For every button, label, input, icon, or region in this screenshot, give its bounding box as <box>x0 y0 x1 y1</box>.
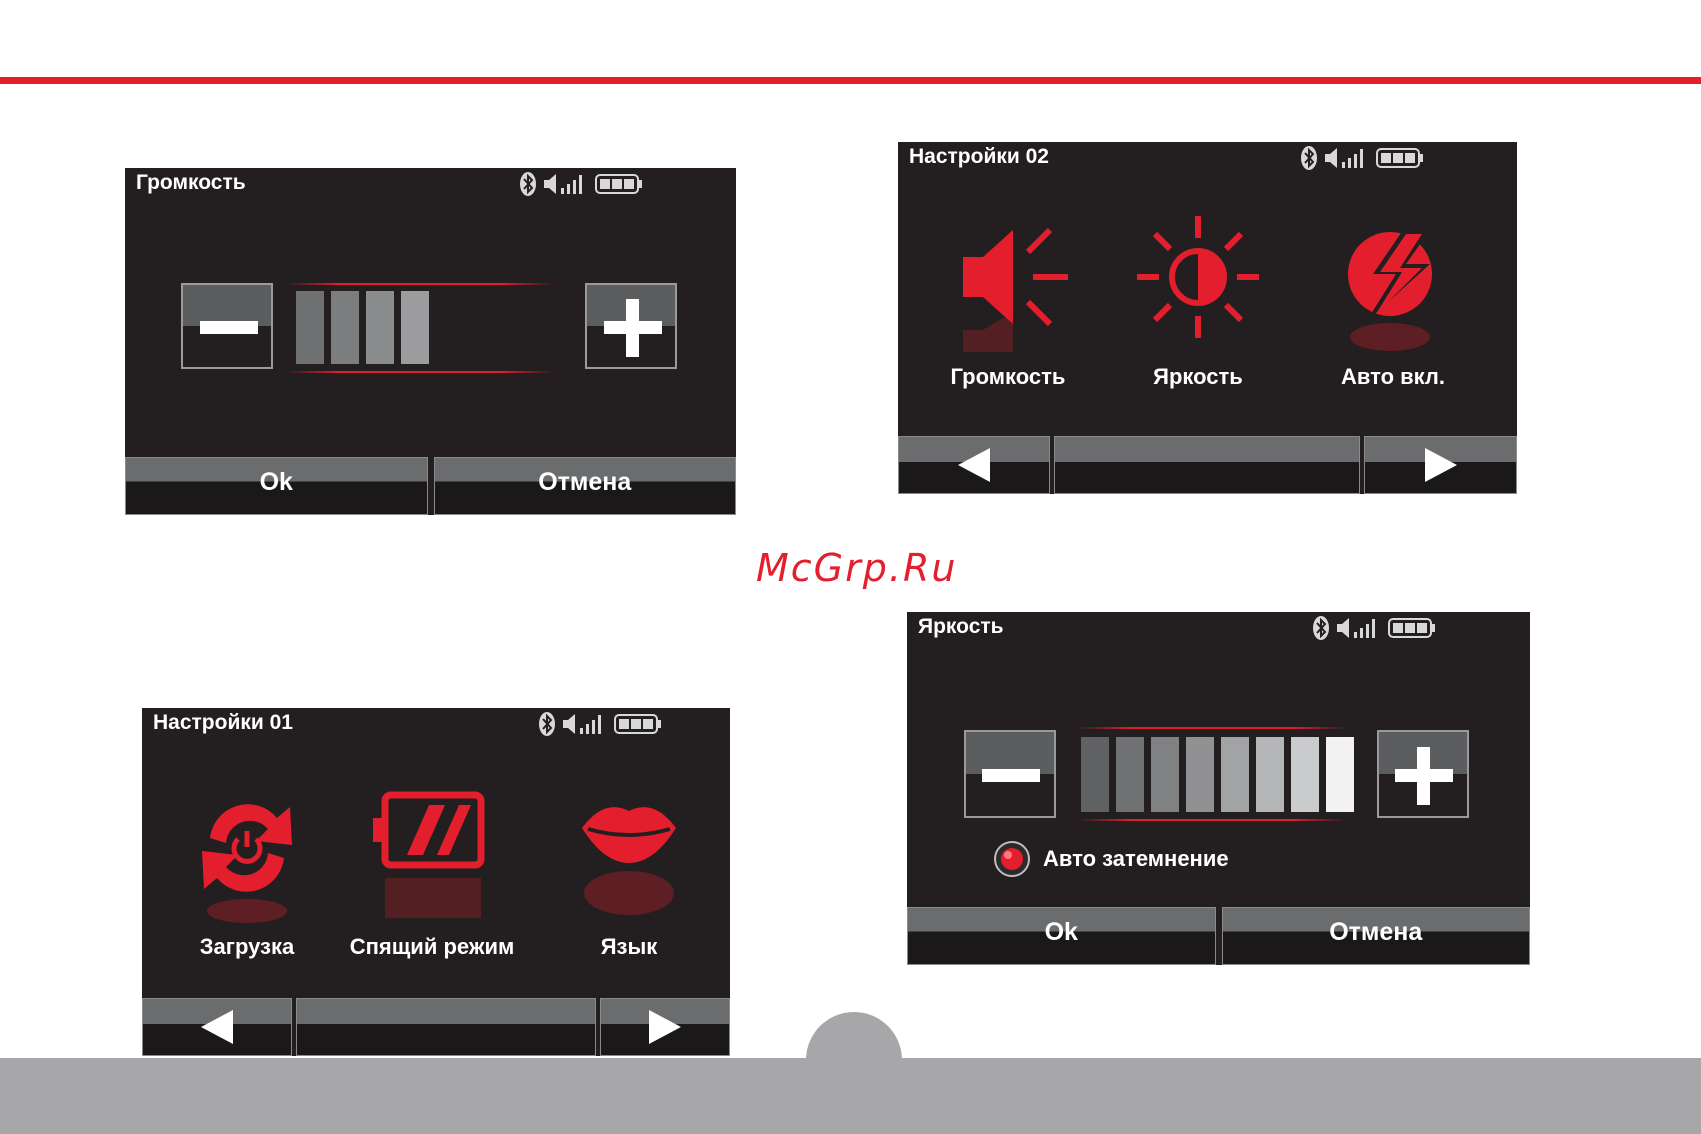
plus-icon-vertical <box>1417 747 1430 805</box>
reboot-power-icon <box>202 804 292 923</box>
brightness-label: Яркость <box>1153 364 1243 389</box>
brightness-screen: Яркость Авто затемнение Ok Отмена <box>907 612 1530 965</box>
lightning-icon <box>1348 230 1432 351</box>
reboot-menu-item[interactable]: Загрузка <box>182 783 312 983</box>
page-indicator-bar <box>1054 436 1360 494</box>
volume-signal-icon <box>563 714 601 734</box>
battery-icon <box>595 174 642 194</box>
volume-screen: Громкость Ok Отмена <box>125 168 736 515</box>
settings02-screen: Настройки 02 Громкость Яркость Авто вкл. <box>898 142 1517 494</box>
sleep-label: Спящий режим <box>349 934 515 959</box>
cancel-button[interactable]: Отмена <box>1221 907 1530 965</box>
language-label: Язык <box>600 934 658 959</box>
brightness-menu-item[interactable]: Яркость <box>1128 212 1268 412</box>
decor-rule <box>285 283 555 285</box>
dialog-buttons: Ok Отмена <box>125 457 736 515</box>
lips-icon <box>582 807 676 915</box>
battery-icon <box>1376 148 1423 168</box>
page-number-circle <box>806 1012 902 1108</box>
brightness-minus-button[interactable] <box>964 730 1056 818</box>
level-segment <box>1256 737 1284 812</box>
minus-icon <box>200 321 258 334</box>
brightness-level-bar[interactable] <box>1081 737 1354 812</box>
ok-label: Ok <box>259 467 293 496</box>
level-segment <box>1081 737 1109 812</box>
status-bar <box>1312 615 1436 641</box>
volume-signal-icon <box>1325 148 1363 168</box>
arrow-right-icon <box>649 1010 681 1044</box>
decor-rule <box>285 371 555 373</box>
ok-button[interactable]: Ok <box>125 457 428 515</box>
brightness-sun-icon <box>1137 216 1259 338</box>
bluetooth-icon <box>520 172 536 196</box>
minus-icon <box>982 769 1040 782</box>
status-bar <box>519 171 643 197</box>
screen-title: Яркость <box>918 615 1004 638</box>
decor-rule <box>1077 727 1347 729</box>
settings01-screen: Настройки 01 Загрузка Спящий режим Язык <box>142 708 730 1056</box>
page-indicator-bar <box>296 998 596 1056</box>
level-segment <box>1151 737 1179 812</box>
radio-on-icon <box>994 841 1030 877</box>
level-segment <box>296 291 324 364</box>
status-bar <box>538 711 662 737</box>
volume-level-bar[interactable] <box>296 291 429 364</box>
level-segment <box>1326 737 1354 812</box>
screen-title: Громкость <box>136 171 246 194</box>
screen-title: Настройки 02 <box>909 145 1049 168</box>
cancel-button[interactable]: Отмена <box>433 457 736 515</box>
decor-rule <box>1077 819 1347 821</box>
cancel-label: Отмена <box>538 467 632 496</box>
battery-icon <box>614 714 661 734</box>
level-segment <box>401 291 429 364</box>
auto-on-menu-item[interactable]: Авто вкл. <box>1318 212 1468 412</box>
battery-icon <box>1388 618 1435 638</box>
watermark: McGrp.Ru <box>756 546 958 590</box>
bluetooth-icon <box>1301 146 1317 170</box>
next-page-button[interactable] <box>600 998 730 1056</box>
bluetooth-icon <box>539 712 555 736</box>
volume-label: Громкость <box>950 364 1066 389</box>
reboot-label: Загрузка <box>199 934 295 959</box>
cancel-label: Отмена <box>1329 917 1423 946</box>
speaker-icon <box>963 227 1068 352</box>
arrow-left-icon <box>958 448 990 482</box>
level-segment <box>1221 737 1249 812</box>
volume-plus-button[interactable] <box>585 283 677 369</box>
level-segment <box>1291 737 1319 812</box>
prev-page-button[interactable] <box>142 998 292 1056</box>
prev-page-button[interactable] <box>898 436 1050 494</box>
volume-signal-icon <box>544 174 582 194</box>
auto-on-label: Авто вкл. <box>1340 364 1446 389</box>
volume-signal-icon <box>1337 618 1375 638</box>
sleep-battery-icon <box>373 791 485 918</box>
sleep-menu-item[interactable]: Спящий режим <box>350 783 514 983</box>
plus-icon-vertical <box>626 299 639 357</box>
level-segment <box>331 291 359 364</box>
level-segment <box>366 291 394 364</box>
ok-button[interactable]: Ok <box>907 907 1216 965</box>
auto-dim-toggle[interactable]: Авто затемнение <box>993 840 1229 878</box>
level-segment <box>1116 737 1144 812</box>
arrow-left-icon <box>201 1010 233 1044</box>
header-red-line <box>0 77 1701 84</box>
arrow-right-icon <box>1424 448 1457 482</box>
auto-dim-label: Авто затемнение <box>1043 846 1229 871</box>
language-menu-item[interactable]: Язык <box>574 783 684 983</box>
screen-title: Настройки 01 <box>153 711 293 734</box>
volume-minus-button[interactable] <box>181 283 273 369</box>
level-segment <box>1186 737 1214 812</box>
dialog-buttons: Ok Отмена <box>907 907 1530 965</box>
ok-label: Ok <box>1044 917 1078 946</box>
bluetooth-icon <box>1313 616 1329 640</box>
status-bar <box>1300 145 1424 171</box>
next-page-button[interactable] <box>1364 436 1517 494</box>
brightness-plus-button[interactable] <box>1377 730 1469 818</box>
volume-menu-item[interactable]: Громкость <box>938 212 1078 412</box>
